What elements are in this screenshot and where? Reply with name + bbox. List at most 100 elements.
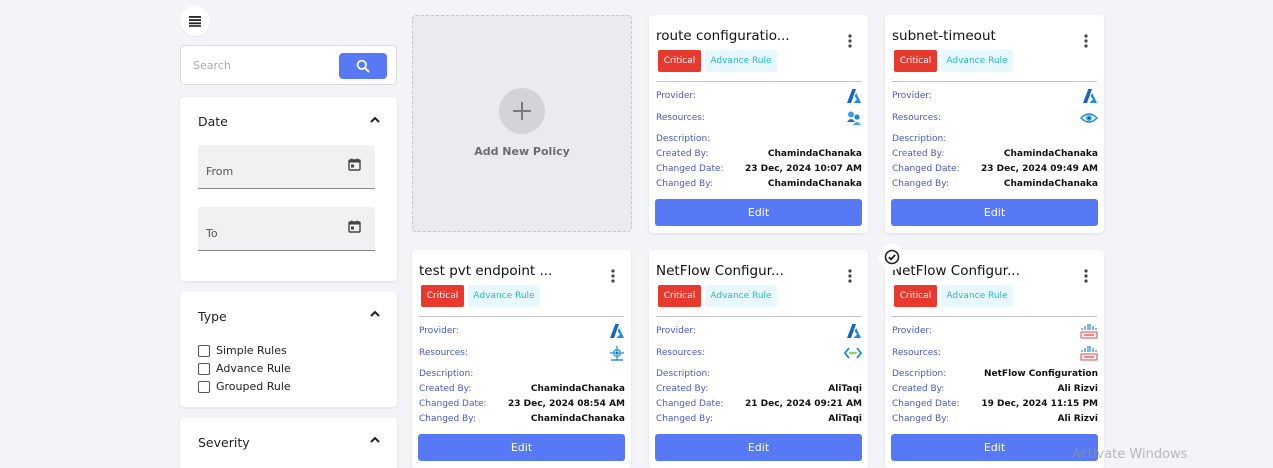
selected-check-badge[interactable] xyxy=(879,244,905,270)
edit-button[interactable]: Edit xyxy=(418,434,625,461)
edit-button[interactable]: Edit xyxy=(655,434,862,461)
azure-users-icon xyxy=(846,110,862,130)
resources-label: Resources: xyxy=(419,348,468,358)
offscreen-sidebar-edge xyxy=(0,0,6,468)
chevron-up-icon[interactable] xyxy=(369,114,381,126)
created-by-value: Ali Rizvi xyxy=(1057,384,1098,394)
rule-type-badge: Advance Rule xyxy=(941,50,1013,72)
type-option-advance-rule[interactable]: Advance Rule xyxy=(198,362,291,375)
resources-label: Resources: xyxy=(892,113,941,123)
checkbox[interactable] xyxy=(198,344,210,357)
provider-label: Provider: xyxy=(419,326,459,336)
search-icon xyxy=(356,59,370,73)
date-to-label: To xyxy=(206,227,218,240)
changed-by-value: ChamindaChanaka xyxy=(1003,179,1098,189)
type-filter-panel: Type Simple Rules Advance Rule Grouped R… xyxy=(180,292,397,407)
rule-type-badge: Advance Rule xyxy=(705,50,777,72)
changed-date-label: Changed Date: xyxy=(892,164,960,174)
policy-card: NetFlow Configur... Critical Advance Rul… xyxy=(885,250,1104,468)
divider xyxy=(656,316,861,317)
created-by-label: Created By: xyxy=(656,149,709,159)
calendar-icon[interactable] xyxy=(348,158,361,171)
policy-card-title: NetFlow Configur... xyxy=(892,263,1020,279)
description-label: Description: xyxy=(656,134,711,144)
menu-toggle-button[interactable] xyxy=(180,6,210,36)
azure-private-endpoint-icon xyxy=(609,345,625,365)
cisco-device-icon xyxy=(1080,345,1098,365)
more-options-icon[interactable] xyxy=(1084,269,1088,283)
more-options-icon[interactable] xyxy=(848,34,852,48)
activate-windows-watermark: Activate Windows xyxy=(1072,447,1188,462)
type-option-grouped-rule[interactable]: Grouped Rule xyxy=(198,380,291,393)
created-by-label: Created By: xyxy=(892,384,945,394)
type-option-simple-rules[interactable]: Simple Rules xyxy=(198,344,287,357)
created-by-value: ChamindaChanaka xyxy=(767,149,862,159)
edit-button[interactable]: Edit xyxy=(891,434,1098,461)
more-options-icon[interactable] xyxy=(848,269,852,283)
azure-network-watcher-icon xyxy=(1080,110,1098,129)
more-options-icon[interactable] xyxy=(611,269,615,283)
changed-by-value: Ali Rizvi xyxy=(1057,414,1098,424)
description-label: Description: xyxy=(892,369,947,379)
date-from-label: From xyxy=(206,165,234,178)
edit-button[interactable]: Edit xyxy=(655,199,862,226)
policy-card: route configuratio... Critical Advance R… xyxy=(649,15,868,233)
chevron-up-icon[interactable] xyxy=(369,434,381,446)
changed-date-label: Changed Date: xyxy=(892,399,960,409)
more-options-icon[interactable] xyxy=(1084,34,1088,48)
rule-type-badge: Advance Rule xyxy=(468,285,540,307)
provider-label: Provider: xyxy=(892,91,932,101)
policy-card: NetFlow Configur... Critical Advance Rul… xyxy=(649,250,868,468)
changed-date-value: 23 Dec, 2024 09:49 AM xyxy=(980,164,1098,174)
search-button[interactable] xyxy=(339,53,387,79)
severity-filter-title: Severity xyxy=(198,435,250,450)
azure-icon xyxy=(846,323,862,343)
add-button[interactable] xyxy=(499,88,545,134)
created-by-label: Created By: xyxy=(892,149,945,159)
add-new-policy-label: Add New Policy xyxy=(474,145,570,158)
provider-label: Provider: xyxy=(656,326,696,336)
severity-badge: Critical xyxy=(658,285,701,307)
checkbox[interactable] xyxy=(198,362,210,375)
changed-date-value: 23 Dec, 2024 08:54 AM xyxy=(507,399,625,409)
cisco-icon xyxy=(1080,323,1098,343)
search-input[interactable] xyxy=(182,47,332,83)
policy-card-title: NetFlow Configur... xyxy=(656,263,784,279)
severity-filter-panel: Severity xyxy=(180,418,397,468)
azure-icon xyxy=(1082,88,1098,108)
changed-date-value: 21 Dec, 2024 09:21 AM xyxy=(744,399,862,409)
changed-date-label: Changed Date: xyxy=(656,399,724,409)
plus-icon xyxy=(513,102,531,120)
description-label: Description: xyxy=(656,369,711,379)
calendar-icon[interactable] xyxy=(348,220,361,233)
created-by-value: ChamindaChanaka xyxy=(1003,149,1098,159)
divider xyxy=(892,81,1097,82)
resources-label: Resources: xyxy=(656,348,705,358)
date-from-field[interactable]: From xyxy=(198,145,375,189)
checkbox[interactable] xyxy=(198,380,210,393)
policy-card-title: test pvt endpoint ... xyxy=(419,263,553,279)
provider-label: Provider: xyxy=(656,91,696,101)
policy-card: test pvt endpoint ... Critical Advance R… xyxy=(412,250,631,468)
changed-by-label: Changed By: xyxy=(892,179,949,189)
date-filter-title: Date xyxy=(198,114,228,129)
azure-icon xyxy=(609,323,625,343)
changed-by-value: ChamindaChanaka xyxy=(767,179,862,189)
divider xyxy=(656,81,861,82)
rule-type-badge: Advance Rule xyxy=(941,285,1013,307)
changed-by-label: Changed By: xyxy=(656,179,713,189)
policy-card: subnet-timeout Critical Advance Rule Pro… xyxy=(885,15,1104,233)
changed-by-value: ChamindaChanaka xyxy=(530,414,625,424)
chevron-up-icon[interactable] xyxy=(369,308,381,320)
created-by-value: ChamindaChanaka xyxy=(530,384,625,394)
add-new-policy-card[interactable]: Add New Policy xyxy=(412,15,632,232)
type-filter-title: Type xyxy=(198,309,227,324)
date-to-field[interactable]: To xyxy=(198,207,375,251)
search-bar xyxy=(180,45,397,85)
provider-label: Provider: xyxy=(892,326,932,336)
edit-button[interactable]: Edit xyxy=(891,199,1098,226)
changed-by-label: Changed By: xyxy=(419,414,476,424)
changed-date-label: Changed Date: xyxy=(656,164,724,174)
changed-by-value: AliTaqi xyxy=(828,414,862,424)
policy-card-title: route configuratio... xyxy=(656,28,790,44)
